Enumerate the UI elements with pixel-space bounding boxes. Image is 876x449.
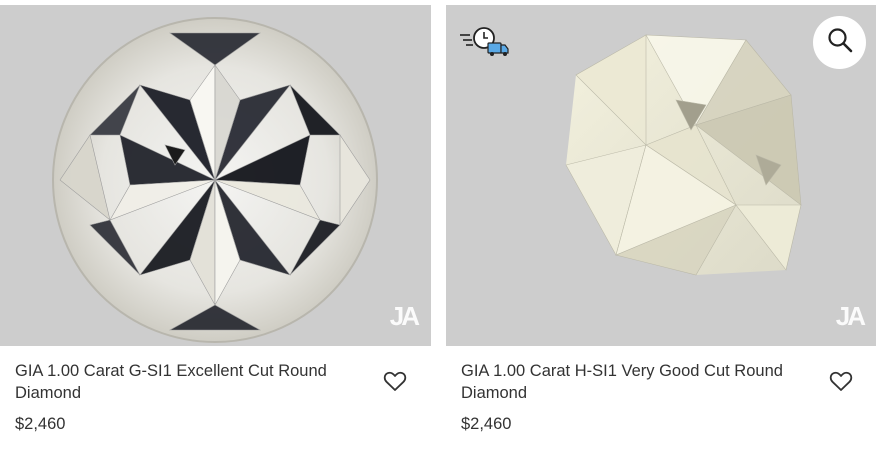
product-image[interactable]: JA [0,5,431,346]
brand-logo: JA [389,301,420,331]
product-title[interactable]: GIA 1.00 Carat H-SI1 Very Good Cut Round… [461,360,806,404]
fast-shipping-icon [460,25,510,62]
product-card[interactable]: JA GIA 1.00 Carat H-SI1 Very Good Cut Ro… [446,0,876,449]
product-card[interactable]: JA GIA 1.00 Carat G-SI1 Excellent Cut Ro… [0,0,431,449]
search-button[interactable] [813,16,866,69]
heart-icon[interactable] [383,370,407,397]
product-title[interactable]: GIA 1.00 Carat G-SI1 Excellent Cut Round… [15,360,360,404]
diamond-image [565,34,802,276]
brand-logo: JA [835,301,866,331]
heart-icon[interactable] [829,370,853,397]
diamond-image [52,17,378,343]
product-image[interactable]: JA [446,5,876,346]
search-icon [827,27,853,58]
product-price: $2,460 [461,415,512,433]
product-price: $2,460 [15,415,66,433]
